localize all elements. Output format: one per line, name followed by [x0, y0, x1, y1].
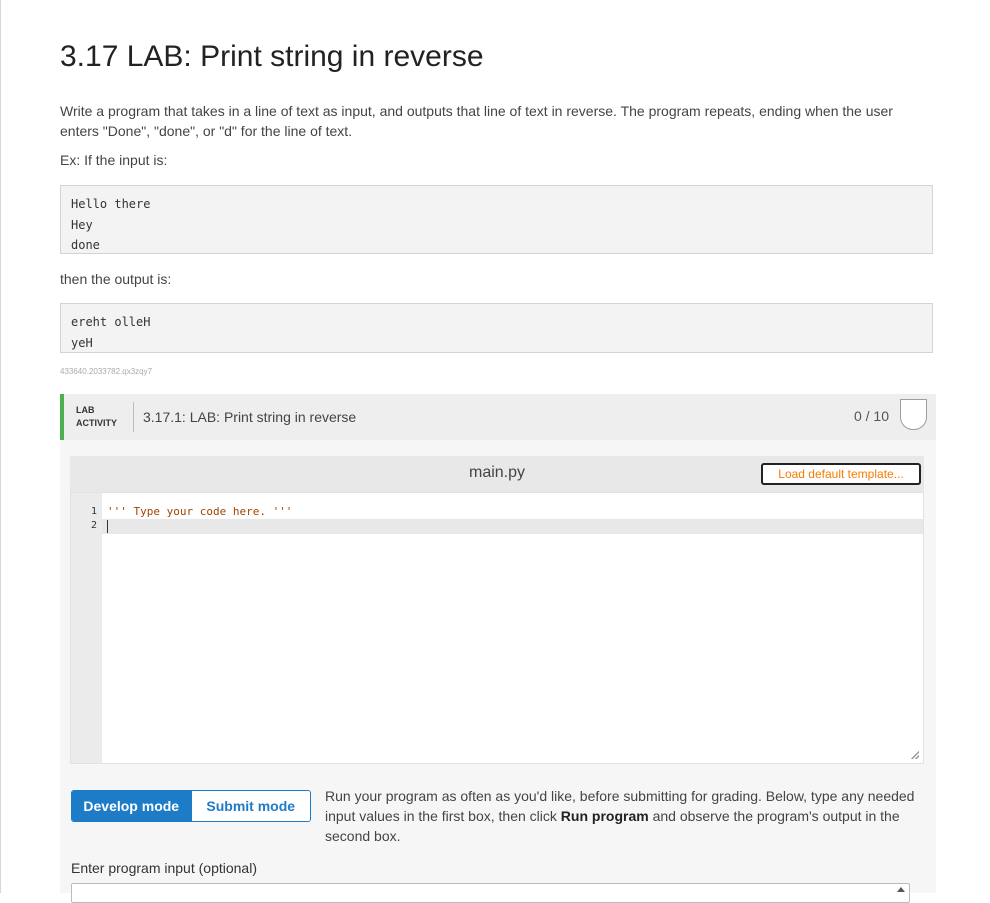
- output-intro: then the output is:: [60, 271, 172, 287]
- header-divider: [133, 402, 134, 432]
- lab-tag-line: ACTIVITY: [76, 418, 118, 428]
- example-output-line: ereht olleH: [71, 315, 151, 329]
- lab-tag-line: LAB: [76, 405, 95, 415]
- lab-activity-header: LAB ACTIVITY 3.17.1: LAB: Print string i…: [60, 394, 936, 440]
- lab-activity-tag: LAB ACTIVITY: [76, 404, 117, 430]
- resize-handle-icon[interactable]: [911, 751, 919, 759]
- submit-mode-button[interactable]: Submit mode: [190, 791, 310, 821]
- example-input-line: Hello there: [71, 197, 151, 211]
- example-input-box: Hello there Hey done: [60, 185, 933, 254]
- load-default-template-button[interactable]: Load default template...: [761, 463, 921, 485]
- line-number: 2: [90, 520, 97, 531]
- score-display: 0 / 10: [853, 408, 889, 424]
- activity-identifier: 433640.2033782.qx3zqy7: [60, 367, 153, 376]
- scroll-up-arrow-icon[interactable]: [897, 887, 905, 892]
- editor-toolbar: main.py Load default template...: [70, 456, 924, 492]
- page-title: 3.17 LAB: Print string in reverse: [60, 40, 484, 73]
- page-left-border: [0, 0, 1, 893]
- code-line[interactable]: ''' Type your code here. ''': [107, 505, 292, 518]
- mode-toggle: Develop mode Submit mode: [71, 790, 311, 822]
- program-input-field[interactable]: [71, 883, 910, 903]
- line-number-gutter: 1 2: [71, 493, 102, 763]
- example-output-line: yeH: [71, 335, 93, 350]
- run-program-emphasis: Run program: [560, 808, 649, 824]
- mode-description: Run your program as often as you'd like,…: [325, 786, 925, 846]
- text-cursor: [107, 520, 108, 533]
- completion-badge-icon: [900, 399, 927, 430]
- example-intro: Ex: If the input is:: [60, 152, 168, 168]
- lab-activity-title: 3.17.1: LAB: Print string in reverse: [143, 409, 357, 425]
- problem-description: Write a program that takes in a line of …: [60, 103, 893, 139]
- develop-mode-button[interactable]: Develop mode: [72, 791, 191, 821]
- program-input-label: Enter program input (optional): [71, 860, 257, 876]
- example-input-line: done: [71, 238, 100, 252]
- active-line-highlight: [102, 519, 923, 534]
- example-input-line: Hey: [71, 217, 93, 232]
- code-editor[interactable]: 1 2 ''' Type your code here. ''': [70, 492, 924, 764]
- line-number: 1: [90, 506, 97, 517]
- example-output-box: ereht olleH yeH: [60, 303, 933, 353]
